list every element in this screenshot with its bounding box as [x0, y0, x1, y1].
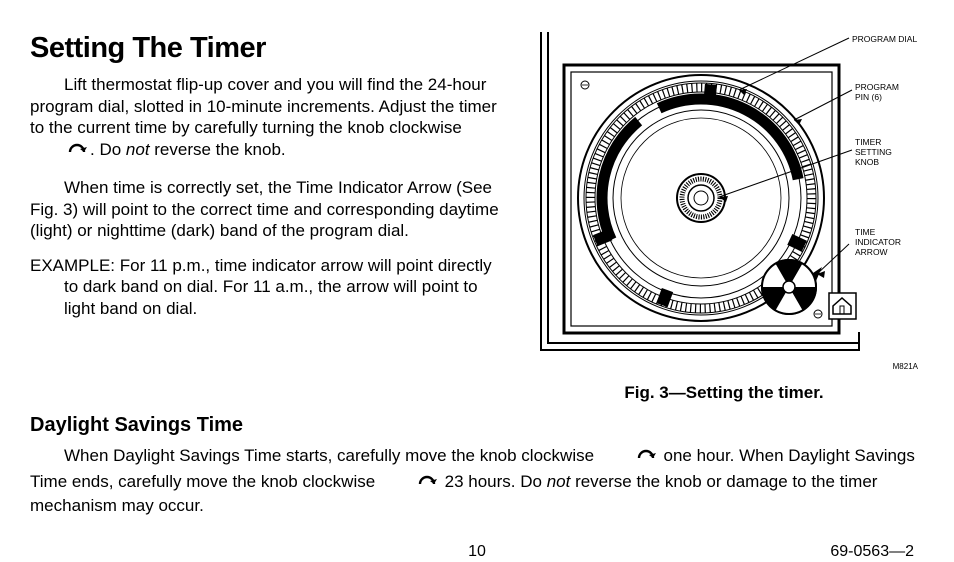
svg-text:KNOB: KNOB	[855, 157, 879, 167]
svg-text:PROGRAM DIAL: PROGRAM DIAL	[852, 34, 917, 44]
timer-diagram: PROGRAM DIAL PROGRAM PIN (6) TIMER SETTI…	[524, 30, 919, 360]
dst-text-c: 23 hours. Do	[440, 472, 547, 491]
example-paragraph: EXAMPLE: For 11 p.m., time indicator arr…	[30, 255, 504, 319]
para1-text-b: . Do	[90, 140, 126, 159]
figure-caption: Fig. 3—Setting the timer.	[524, 382, 924, 403]
house-icon	[829, 293, 856, 319]
para1-text-c: reverse the knob.	[150, 140, 286, 159]
svg-text:ARROW: ARROW	[855, 247, 888, 257]
svg-text:TIME: TIME	[855, 227, 876, 237]
page-number: 10	[0, 542, 954, 562]
clockwise-arrow-icon	[32, 138, 88, 163]
paragraph-1: Lift thermostat flip-up cover and you wi…	[30, 74, 504, 163]
document-number: 69-0563—2	[830, 542, 914, 562]
clockwise-arrow-icon	[601, 444, 657, 469]
svg-text:INDICATOR: INDICATOR	[855, 237, 901, 247]
paragraph-2: When time is correctly set, the Time Ind…	[30, 177, 504, 241]
clockwise-arrow-icon	[382, 470, 438, 495]
model-code: M821A	[524, 362, 924, 372]
dst-heading: Daylight Savings Time	[30, 413, 924, 438]
para1-text-a: Lift thermostat flip-up cover and you wi…	[30, 75, 497, 137]
svg-text:SETTING: SETTING	[855, 147, 892, 157]
timer-setting-knob	[677, 174, 725, 222]
svg-text:TIMER: TIMER	[855, 137, 881, 147]
time-indicator-wheel	[762, 260, 822, 314]
not-text-2: not	[547, 472, 571, 491]
dst-paragraph: When Daylight Savings Time starts, caref…	[30, 444, 924, 516]
not-text-1: not	[126, 140, 150, 159]
diagram-labels: PROGRAM DIAL PROGRAM PIN (6) TIMER SETTI…	[852, 34, 917, 257]
page-title: Setting The Timer	[30, 30, 504, 66]
dst-text-a: When Daylight Savings Time starts, caref…	[64, 446, 594, 465]
svg-text:PROGRAM: PROGRAM	[855, 82, 899, 92]
svg-text:PIN (6): PIN (6)	[855, 92, 882, 102]
